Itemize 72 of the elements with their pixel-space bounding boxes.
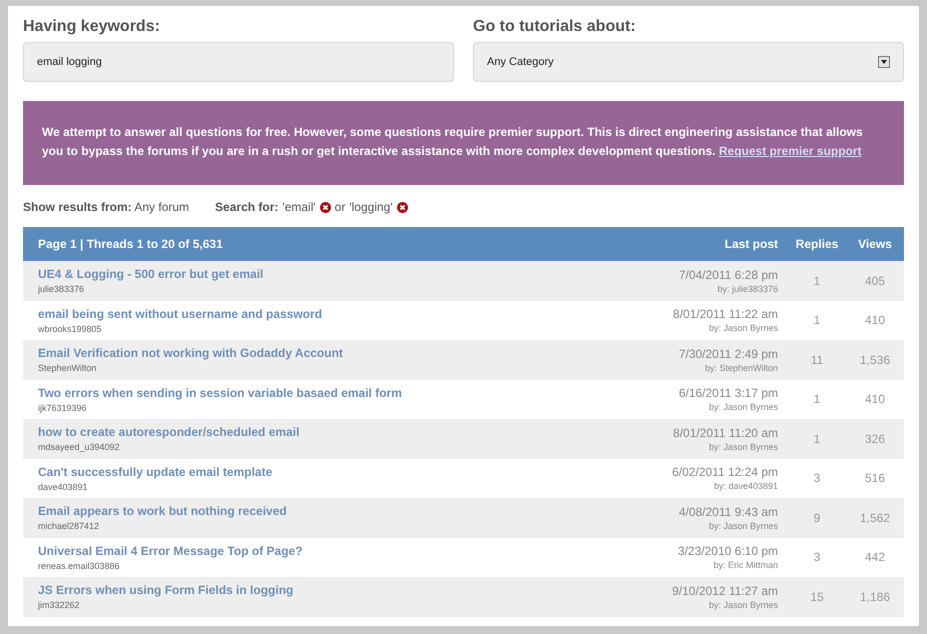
joiner-text: or xyxy=(334,200,346,214)
last-post-author: by: StephenWilton xyxy=(704,362,778,373)
views-count: 410 xyxy=(846,300,904,340)
search-term: 'logging' xyxy=(349,200,393,214)
field-label: Having keywords: xyxy=(23,18,161,36)
remove-icon[interactable] xyxy=(320,202,331,212)
author-name: julie383376 xyxy=(38,284,86,294)
last-post-date: 3/23/2010 6:10 pm xyxy=(676,544,778,558)
notice-text: We attempt to answer all questions for free. However, some questions require premier support. This is direct engineering assistance that allows you to bypass the forums if you are in a rush or get interactive assistance with more complex development questions. Request premier support xyxy=(23,101,904,185)
category-dropdown[interactable]: Any Category xyxy=(473,42,904,82)
last-post-author: by: Eric Mittman xyxy=(712,560,778,570)
replies-count: 1 xyxy=(788,261,846,300)
author-name: reneas.email303886 xyxy=(38,560,121,571)
replies-count: 1 xyxy=(788,300,846,340)
column-header: Page 1 | Threads 1 to 20 of 5,631 xyxy=(23,227,638,261)
replies-count: 11 xyxy=(788,340,846,380)
last-post-author: by: Jason Byrnes xyxy=(708,323,778,334)
thread-title-link[interactable]: Can't successfully update email template xyxy=(38,464,638,479)
thread-title-link[interactable]: JS Errors when using Form Fields in logging xyxy=(38,583,638,598)
last-post-date: 8/01/2011 11:22 am xyxy=(672,307,778,322)
last-post-date: 6/02/2011 12:24 pm xyxy=(671,465,778,480)
last-post-date: 7/04/2011 6:28 pm xyxy=(678,268,778,282)
last-post-author: by: julie383376 xyxy=(716,284,778,294)
author-name: StephenWilton xyxy=(38,363,98,374)
views-count: 516 xyxy=(846,458,904,498)
thread-title-link[interactable]: UE4 & Logging - 500 error but get email xyxy=(38,267,638,282)
author-name: ijk76319396 xyxy=(38,402,88,413)
views-count: 410 xyxy=(846,380,904,419)
author-name: michael287412 xyxy=(38,521,100,532)
last-post-author: by: dave403891 xyxy=(712,481,778,492)
last-post-date: 9/10/2012 11:27 am xyxy=(671,584,778,598)
column-header: Replies xyxy=(788,227,846,261)
author-name: dave403891 xyxy=(38,482,89,492)
author-name: wbrooks199805 xyxy=(38,324,103,334)
replies-count: 1 xyxy=(788,419,846,458)
views-count: 1,536 xyxy=(846,340,904,380)
author-name: mdsayeed_u394092 xyxy=(38,442,121,452)
column-header: Last post xyxy=(638,227,788,261)
views-count: 1,562 xyxy=(846,498,904,538)
thread-title-link[interactable]: Two errors when sending in session variable basaed email form xyxy=(38,386,638,400)
replies-count: 3 xyxy=(788,458,846,498)
last-post-date: 4/08/2011 9:43 am xyxy=(678,504,778,519)
filter-label: Search for: xyxy=(215,200,278,214)
last-post-author: by: Jason Byrnes xyxy=(708,402,778,412)
replies-count: 1 xyxy=(788,380,846,419)
thread-title-link[interactable]: Universal Email 4 Error Message Top of Page? xyxy=(38,544,638,558)
replies-count: 3 xyxy=(788,538,846,577)
keywords-input[interactable]: email logging xyxy=(23,42,454,82)
thread-title-link[interactable]: how to create autoresponder/scheduled email xyxy=(38,425,638,440)
search-term: 'email' xyxy=(282,200,316,214)
last-post-date: 7/30/2011 2:49 pm xyxy=(678,346,778,361)
filter-label: Show results from: Any forum xyxy=(23,200,190,214)
views-count: 326 xyxy=(846,419,904,458)
remove-icon[interactable] xyxy=(396,202,408,212)
last-post-author: by: Jason Byrnes xyxy=(708,520,778,531)
author-name: jim332262 xyxy=(38,600,81,610)
premier-support-link[interactable]: Request premier support xyxy=(718,144,862,158)
thread-title-link[interactable]: Email appears to work but nothing received xyxy=(38,504,638,518)
replies-count: 15 xyxy=(788,577,846,616)
field-label: Go to tutorials about: xyxy=(473,18,637,36)
views-count: 405 xyxy=(846,261,904,300)
views-count: 1,186 xyxy=(846,577,904,616)
replies-count: 9 xyxy=(788,498,846,538)
dropdown-arrow-icon xyxy=(881,60,887,64)
column-header: Views xyxy=(846,227,904,261)
last-post-date: 8/01/2011 11:20 am xyxy=(672,426,778,440)
thread-title-link[interactable]: Email Verification not working with Godaddy Account xyxy=(38,346,638,360)
thread-title-link[interactable]: email being sent without username and password xyxy=(38,306,638,321)
views-count: 442 xyxy=(846,538,904,577)
last-post-author: by: Jason Byrnes xyxy=(708,600,778,610)
last-post-date: 6/16/2011 3:17 pm xyxy=(678,386,778,400)
last-post-author: by: Jason Byrnes xyxy=(708,442,778,452)
